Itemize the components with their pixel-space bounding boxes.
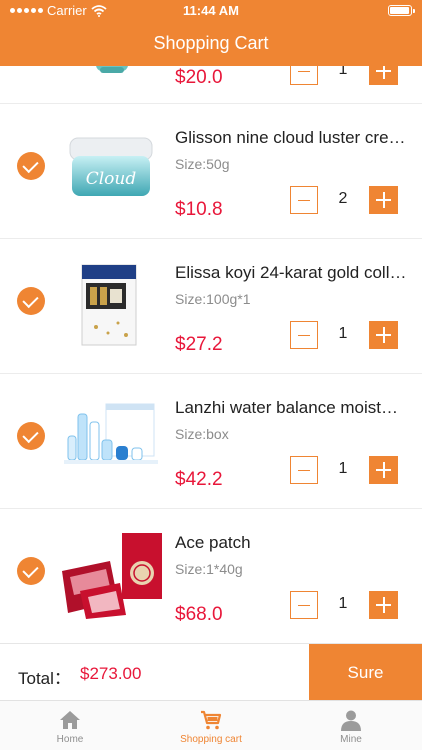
quantity-stepper: 1 <box>290 66 398 85</box>
increase-button[interactable] <box>369 591 398 619</box>
item-name: Elissa koyi 24-karat gold collection <box>175 263 407 282</box>
product-thumbnail[interactable] <box>60 261 162 349</box>
cart-item: Cloud Glisson nine cloud luster cream Si… <box>0 104 422 239</box>
decrease-button[interactable] <box>290 66 318 85</box>
item-checkbox[interactable] <box>17 557 45 585</box>
item-name: Ace patch <box>175 533 251 552</box>
item-spec: Size:1*40g <box>175 561 243 577</box>
status-bar: Carrier 11:44 AM <box>0 0 422 22</box>
item-checkbox[interactable] <box>17 287 45 315</box>
item-checkbox[interactable] <box>17 422 45 450</box>
tab-mine[interactable]: Mine <box>281 701 421 750</box>
decrease-button[interactable] <box>290 321 318 349</box>
svg-text:Cloud: Cloud <box>86 169 137 189</box>
home-icon <box>60 711 80 729</box>
tab-mine-label: Mine <box>340 734 362 745</box>
quantity-value: 1 <box>338 595 348 612</box>
increase-button[interactable] <box>369 456 398 484</box>
quantity-stepper: 1 <box>290 456 398 484</box>
quantity-value: 1 <box>338 66 348 78</box>
item-checkbox[interactable] <box>17 152 45 180</box>
cart-item: Lanzhi water balance moisture set Size:b… <box>0 374 422 509</box>
increase-button[interactable] <box>369 66 398 85</box>
total-amount: $273.00 <box>80 664 142 683</box>
navigation-bar: Carrier 11:44 AM Shopping Cart <box>0 0 422 66</box>
item-name: Lanzhi water balance moisture set <box>175 398 407 417</box>
page-title: Shopping Cart <box>153 33 269 53</box>
quantity-value: 1 <box>338 325 348 342</box>
tab-shopping-cart[interactable]: Shopping cart <box>141 701 281 750</box>
quantity-value: 1 <box>338 460 348 477</box>
tab-home[interactable]: Home <box>0 701 140 750</box>
item-spec: Size:box <box>175 426 229 442</box>
decrease-button[interactable] <box>290 591 318 619</box>
total-label: Total： <box>18 669 71 688</box>
quantity-stepper: 1 <box>290 321 398 349</box>
product-thumbnail[interactable]: Cloud <box>60 124 162 212</box>
item-price: $68.0 <box>175 604 223 625</box>
decrease-button[interactable] <box>290 186 318 214</box>
quantity-value: 2 <box>338 190 348 207</box>
item-name: Glisson nine cloud luster cream <box>175 128 407 147</box>
item-spec: Size:50g <box>175 156 230 172</box>
product-thumbnail[interactable] <box>60 396 162 484</box>
quantity-stepper: 2 <box>290 186 398 214</box>
item-spec: Size:100g*1 <box>175 291 251 307</box>
cart-list[interactable]: $20.0 1 Cloud Glisson nine cloud luster … <box>0 66 422 643</box>
battery-icon <box>388 5 415 16</box>
product-thumbnail[interactable] <box>60 531 162 619</box>
increase-button[interactable] <box>369 321 398 349</box>
tab-home-label: Home <box>56 734 84 745</box>
sure-button[interactable]: Sure <box>309 644 422 701</box>
cart-item: Ace patch Size:1*40g $68.0 1 <box>0 509 422 643</box>
quantity-stepper: 1 <box>290 591 398 619</box>
cart-item: $20.0 1 <box>0 66 422 104</box>
increase-button[interactable] <box>369 186 398 214</box>
clock: 11:44 AM <box>183 3 239 18</box>
item-price: $20.0 <box>175 67 223 88</box>
cart-item: Elissa koyi 24-karat gold collection Siz… <box>0 239 422 374</box>
tab-shopping-cart-label: Shopping cart <box>180 734 242 745</box>
item-price: $27.2 <box>175 334 223 355</box>
item-price: $10.8 <box>175 199 223 220</box>
product-thumbnail[interactable] <box>60 66 162 81</box>
item-price: $42.2 <box>175 469 223 490</box>
user-icon <box>341 710 361 731</box>
cart-icon <box>201 710 222 730</box>
tab-bar: Home Shopping cart Mine <box>0 700 422 750</box>
decrease-button[interactable] <box>290 456 318 484</box>
checkout-bar: Total： $273.00 Sure <box>0 643 422 701</box>
